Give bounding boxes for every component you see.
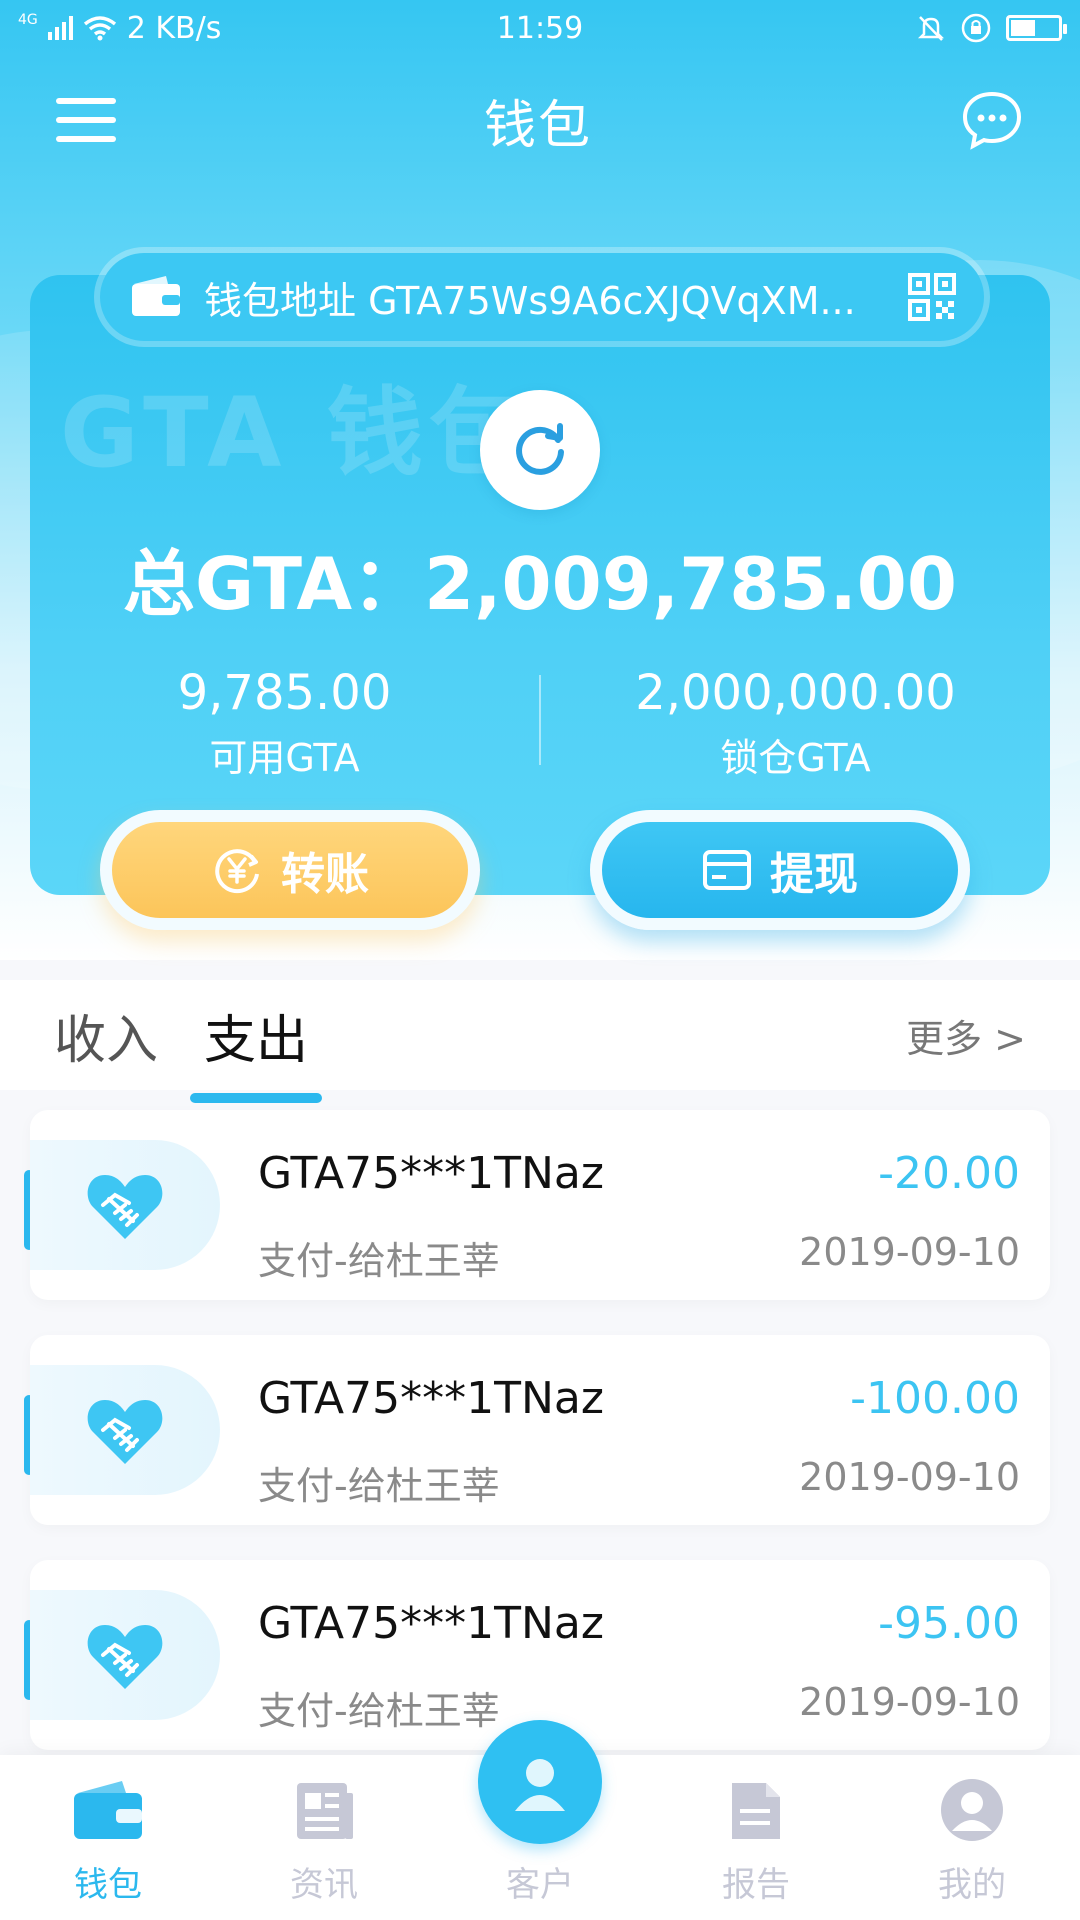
- refresh-button[interactable]: [480, 390, 600, 510]
- transaction-item[interactable]: GTA75***1TNaz 支付-给杜王莘 -100.00 2019-09-10: [24, 1335, 1050, 1525]
- customer-center-button[interactable]: [478, 1720, 602, 1844]
- tab-income[interactable]: 收入: [54, 998, 158, 1073]
- wallet-address-pill[interactable]: 钱包地址 GTA75Ws9A6cXJQVqXM...: [94, 247, 990, 347]
- card-watermark: GTA 钱包: [60, 377, 531, 489]
- available-value: 9,785.00: [177, 665, 392, 721]
- tx-description: 支付-给杜王莘: [258, 1239, 500, 1283]
- network-speed: 2 KB/s: [126, 10, 222, 46]
- wallet-address-bar[interactable]: 钱包地址 GTA75Ws9A6cXJQVqXM...: [100, 253, 984, 341]
- sub-balances: 9,785.00 可用GTA 2,000,000.00 锁仓GTA: [30, 665, 1050, 782]
- tx-date: 2019-09-10: [799, 1230, 1020, 1274]
- tx-amount: -20.00: [878, 1148, 1020, 1199]
- customer-icon: [515, 1759, 565, 1811]
- tx-icon-bg: [30, 1365, 220, 1495]
- news-icon: [297, 1783, 353, 1839]
- locked-value: 2,000,000.00: [635, 665, 956, 721]
- tx-date: 2019-09-10: [799, 1680, 1020, 1724]
- tab-expense[interactable]: 支出: [190, 998, 323, 1103]
- wallet-card: GTA 钱包 钱包地址 GTA75Ws9A6cXJQVqXM... 总GTA：2…: [30, 247, 1050, 930]
- available-balance: 9,785.00 可用GTA: [30, 665, 539, 782]
- signal-icon: [47, 16, 73, 40]
- available-label: 可用GTA: [209, 736, 360, 780]
- battery-icon: [1006, 15, 1067, 41]
- status-right: [682, 12, 1067, 44]
- handshake-heart-icon: [87, 1625, 163, 1689]
- tx-description: 支付-给杜王莘: [258, 1464, 500, 1508]
- total-balance: 总GTA：2,009,785.00: [122, 542, 957, 626]
- nav-news-label: 资讯: [290, 1865, 358, 1905]
- user-icon: [941, 1779, 1003, 1841]
- chat-icon[interactable]: [960, 88, 1024, 152]
- handshake-heart-icon: [87, 1175, 163, 1239]
- tx-address: GTA75***1TNaz: [258, 1148, 604, 1199]
- action-row: 转账 提现: [30, 810, 1050, 940]
- wallet-screen: 4G 2 KB/s 11:59 钱包 GTA 钱包 钱包地址 GTA75Ws9A…: [0, 0, 1080, 1920]
- nav-report-label: 报告: [722, 1865, 790, 1905]
- wallet-address-text: 钱包地址 GTA75Ws9A6cXJQVqXM...: [204, 278, 856, 323]
- locked-balance: 2,000,000.00 锁仓GTA: [541, 665, 1050, 782]
- tx-amount: -100.00: [850, 1373, 1020, 1424]
- status-bar: 4G 2 KB/s 11:59: [0, 0, 1080, 56]
- tx-address: GTA75***1TNaz: [258, 1373, 604, 1424]
- nav-customer-label: 客户: [506, 1865, 574, 1905]
- report-icon: [732, 1783, 780, 1839]
- nav-news[interactable]: 资讯: [216, 1755, 432, 1920]
- tx-amount: -95.00: [878, 1598, 1020, 1649]
- wallet-icon: [132, 276, 180, 316]
- page-title: 钱包: [483, 95, 592, 156]
- qr-code-icon[interactable]: [908, 273, 956, 321]
- tx-address: GTA75***1TNaz: [258, 1598, 604, 1649]
- transfer-label: 转账: [281, 849, 369, 900]
- menu-icon[interactable]: [56, 98, 116, 142]
- handshake-heart-icon: [87, 1400, 163, 1464]
- rotation-lock-icon: [961, 13, 991, 43]
- transaction-item[interactable]: GTA75***1TNaz 支付-给杜王莘 -20.00 2019-09-10: [24, 1110, 1050, 1300]
- nav-wallet[interactable]: 钱包: [0, 1755, 216, 1920]
- nav-report[interactable]: 报告: [648, 1755, 864, 1920]
- nav-mine[interactable]: 我的: [864, 1755, 1080, 1920]
- wifi-icon: [83, 16, 116, 41]
- top-nav: 钱包: [0, 70, 1080, 170]
- transaction-list: GTA75***1TNaz 支付-给杜王莘 -20.00 2019-09-10 …: [0, 1095, 1080, 1755]
- locked-label: 锁仓GTA: [720, 736, 871, 780]
- mute-bell-icon: [917, 16, 945, 41]
- status-time: 11:59: [496, 10, 584, 46]
- card-icon: [703, 850, 751, 890]
- more-link[interactable]: 更多 >: [906, 1008, 1026, 1063]
- tx-date: 2019-09-10: [799, 1455, 1020, 1499]
- yen-transfer-icon: [215, 849, 259, 894]
- wallet-icon: [74, 1781, 142, 1839]
- nav-wallet-label: 钱包: [74, 1865, 142, 1905]
- withdraw-button[interactable]: 提现: [590, 810, 970, 930]
- network-type: 4G: [18, 12, 38, 28]
- tx-icon-bg: [30, 1590, 220, 1720]
- nav-mine-label: 我的: [938, 1865, 1006, 1905]
- status-left: 4G 2 KB/s: [18, 11, 398, 46]
- tx-description: 支付-给杜王莘: [258, 1689, 500, 1733]
- tx-icon-bg: [30, 1140, 220, 1270]
- transfer-button[interactable]: 转账: [100, 810, 480, 930]
- tx-tabs: 收入 支出 更多 >: [0, 980, 1080, 1103]
- refresh-icon: [516, 423, 564, 475]
- withdraw-label: 提现: [770, 849, 858, 900]
